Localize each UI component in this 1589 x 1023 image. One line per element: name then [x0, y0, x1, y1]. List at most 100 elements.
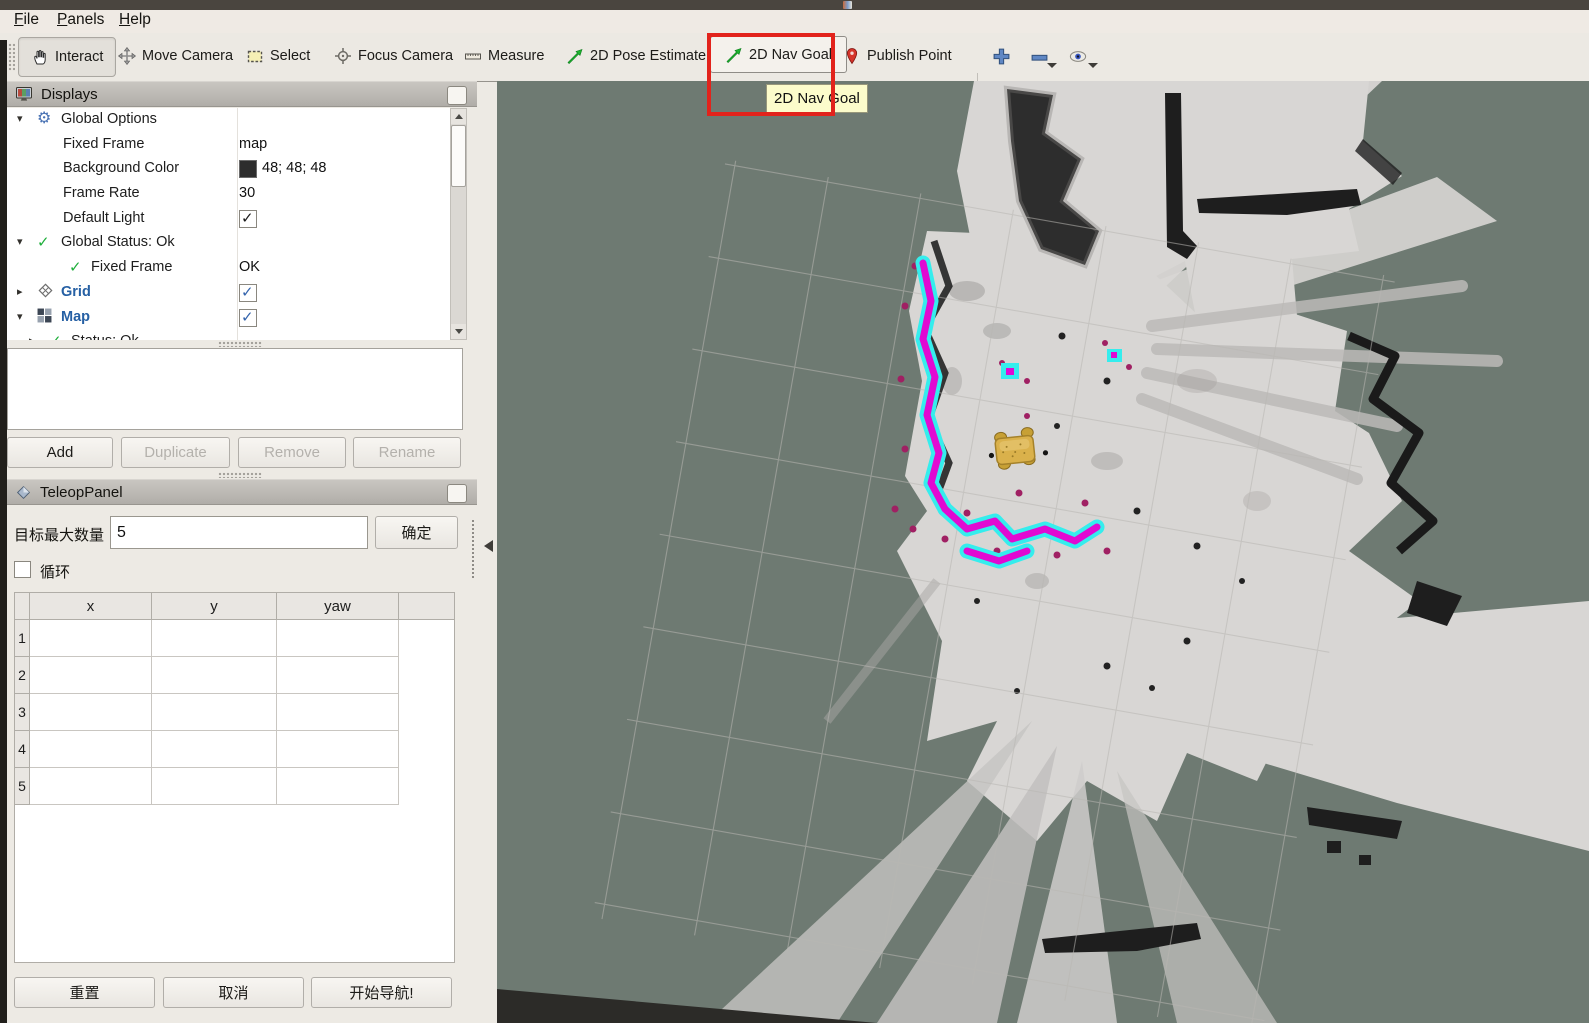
- tree-scrollbar[interactable]: [450, 108, 467, 340]
- tree-label: Default Light: [63, 210, 144, 226]
- cell-yaw[interactable]: [277, 731, 399, 768]
- row-header[interactable]: 3: [15, 694, 30, 731]
- tool-visibility-caret-icon[interactable]: [1088, 63, 1098, 73]
- reset-button[interactable]: 重置: [14, 977, 155, 1008]
- expand-icon[interactable]: ▸: [29, 334, 35, 340]
- tree-value[interactable]: map: [239, 136, 267, 152]
- column-header-y[interactable]: y: [152, 593, 277, 620]
- cell-yaw[interactable]: [277, 768, 399, 805]
- tree-row-grid[interactable]: ▸ Grid: [7, 281, 450, 306]
- collapse-icon[interactable]: ▾: [17, 235, 23, 248]
- rename-button[interactable]: Rename: [353, 437, 461, 468]
- render-viewport[interactable]: [497, 81, 1589, 1023]
- checkbox-map[interactable]: [239, 309, 257, 327]
- toolbar-grip[interactable]: [8, 43, 15, 71]
- cell-yaw[interactable]: [277, 657, 399, 694]
- cell-x[interactable]: [30, 768, 152, 805]
- menu-help[interactable]: Help: [119, 11, 151, 29]
- displays-panel-header[interactable]: Displays: [7, 81, 477, 107]
- column-header-x[interactable]: x: [30, 593, 152, 620]
- display-selection-list[interactable]: [7, 348, 463, 430]
- rviz-window: File Panels Help Interact Move Camera Se…: [0, 0, 1589, 1023]
- panel-diamond-icon: [15, 484, 32, 501]
- panel-splitter-handle[interactable]: [218, 341, 262, 347]
- scroll-down-button[interactable]: [451, 324, 466, 339]
- tool-select[interactable]: Select: [246, 47, 310, 65]
- collapse-icon[interactable]: ▾: [17, 112, 23, 125]
- scrollbar-thumb[interactable]: [451, 125, 466, 187]
- max-goals-input[interactable]: [110, 516, 368, 549]
- displays-panel-title: Displays: [41, 86, 98, 103]
- teleop-panel-header[interactable]: TeleopPanel: [7, 479, 477, 505]
- tree-row-global-options[interactable]: ▾ ⚙ Global Options: [7, 108, 450, 133]
- row-header[interactable]: 2: [15, 657, 30, 694]
- splitter-collapse-arrow-icon[interactable]: [478, 540, 493, 552]
- menu-panels[interactable]: Panels: [57, 11, 104, 29]
- rename-button-label: Rename: [379, 444, 436, 461]
- tool-move-camera[interactable]: Move Camera: [118, 47, 233, 65]
- tree-label: Global Options: [61, 111, 157, 127]
- color-swatch[interactable]: [239, 160, 257, 178]
- row-header[interactable]: 5: [15, 768, 30, 805]
- tree-row-frame-rate[interactable]: Frame Rate 30: [7, 182, 450, 207]
- cell-y[interactable]: [152, 657, 277, 694]
- cancel-button-label: 取消: [218, 982, 248, 1003]
- panel-splitter-handle[interactable]: [218, 472, 262, 478]
- cell-x[interactable]: [30, 657, 152, 694]
- waypoint-table[interactable]: x y yaw 1 2 3 4 5: [14, 592, 455, 963]
- panel-float-button[interactable]: [447, 86, 467, 105]
- cancel-button[interactable]: 取消: [163, 977, 304, 1008]
- tool-visibility-button[interactable]: [1068, 47, 1088, 71]
- checkbox-grid[interactable]: [239, 284, 257, 302]
- add-button[interactable]: Add: [7, 437, 113, 468]
- view-splitter-handle[interactable]: [472, 520, 477, 578]
- cell-x[interactable]: [30, 620, 152, 657]
- cell-x[interactable]: [30, 694, 152, 731]
- start-navigation-button[interactable]: 开始导航!: [311, 977, 452, 1008]
- table-row: 5: [15, 768, 454, 805]
- confirm-button[interactable]: 确定: [375, 516, 458, 549]
- cell-x[interactable]: [30, 731, 152, 768]
- cell-y[interactable]: [152, 620, 277, 657]
- tool-publish-point[interactable]: Publish Point: [843, 47, 952, 65]
- loop-checkbox[interactable]: [14, 561, 31, 578]
- move-icon: [118, 47, 136, 65]
- add-tool-button[interactable]: [992, 47, 1011, 71]
- displays-tree: ▾ ⚙ Global Options Fixed Frame map Backg…: [7, 108, 450, 340]
- remove-tool-caret-icon[interactable]: [1047, 63, 1057, 73]
- row-header[interactable]: 1: [15, 620, 30, 657]
- scroll-up-button[interactable]: [451, 109, 466, 124]
- tool-measure[interactable]: Measure: [464, 47, 544, 65]
- window-left-edge: [0, 40, 7, 1023]
- check-icon: ✓: [69, 258, 82, 276]
- cell-yaw[interactable]: [277, 694, 399, 731]
- tree-row-default-light[interactable]: Default Light: [7, 207, 450, 232]
- tool-focus-camera[interactable]: Focus Camera: [334, 47, 453, 65]
- expand-icon[interactable]: ▸: [17, 285, 23, 298]
- cell-yaw[interactable]: [277, 620, 399, 657]
- tree-row-background-color[interactable]: Background Color 48; 48; 48: [7, 157, 450, 182]
- tree-row-status-fixed-frame[interactable]: ✓ Fixed Frame OK: [7, 256, 450, 281]
- column-header-yaw[interactable]: yaw: [277, 593, 399, 620]
- duplicate-button[interactable]: Duplicate: [121, 437, 230, 468]
- tree-value[interactable]: 30: [239, 185, 255, 201]
- tree-row-global-status[interactable]: ▾ ✓ Global Status: Ok: [7, 231, 450, 256]
- tool-interact[interactable]: Interact: [18, 37, 116, 77]
- collapse-icon[interactable]: ▾: [17, 310, 23, 323]
- row-header[interactable]: 4: [15, 731, 30, 768]
- tree-row-map-status[interactable]: ▸ ✓ Status: Ok: [7, 330, 450, 340]
- cell-y[interactable]: [152, 694, 277, 731]
- tree-row-fixed-frame[interactable]: Fixed Frame map: [7, 133, 450, 158]
- checkbox-default-light[interactable]: [239, 210, 257, 228]
- menu-file[interactable]: File: [14, 11, 39, 29]
- tree-row-map[interactable]: ▾ Map: [7, 306, 450, 331]
- select-icon: [246, 47, 264, 65]
- cell-y[interactable]: [152, 731, 277, 768]
- panel-float-button[interactable]: [447, 484, 467, 503]
- tree-value[interactable]: 48; 48; 48: [262, 160, 327, 176]
- eye-icon: [1068, 47, 1088, 66]
- tool-2d-pose-estimate[interactable]: 2D Pose Estimate: [566, 47, 706, 65]
- cell-y[interactable]: [152, 768, 277, 805]
- remove-button[interactable]: Remove: [238, 437, 346, 468]
- tool-label: Focus Camera: [358, 48, 453, 64]
